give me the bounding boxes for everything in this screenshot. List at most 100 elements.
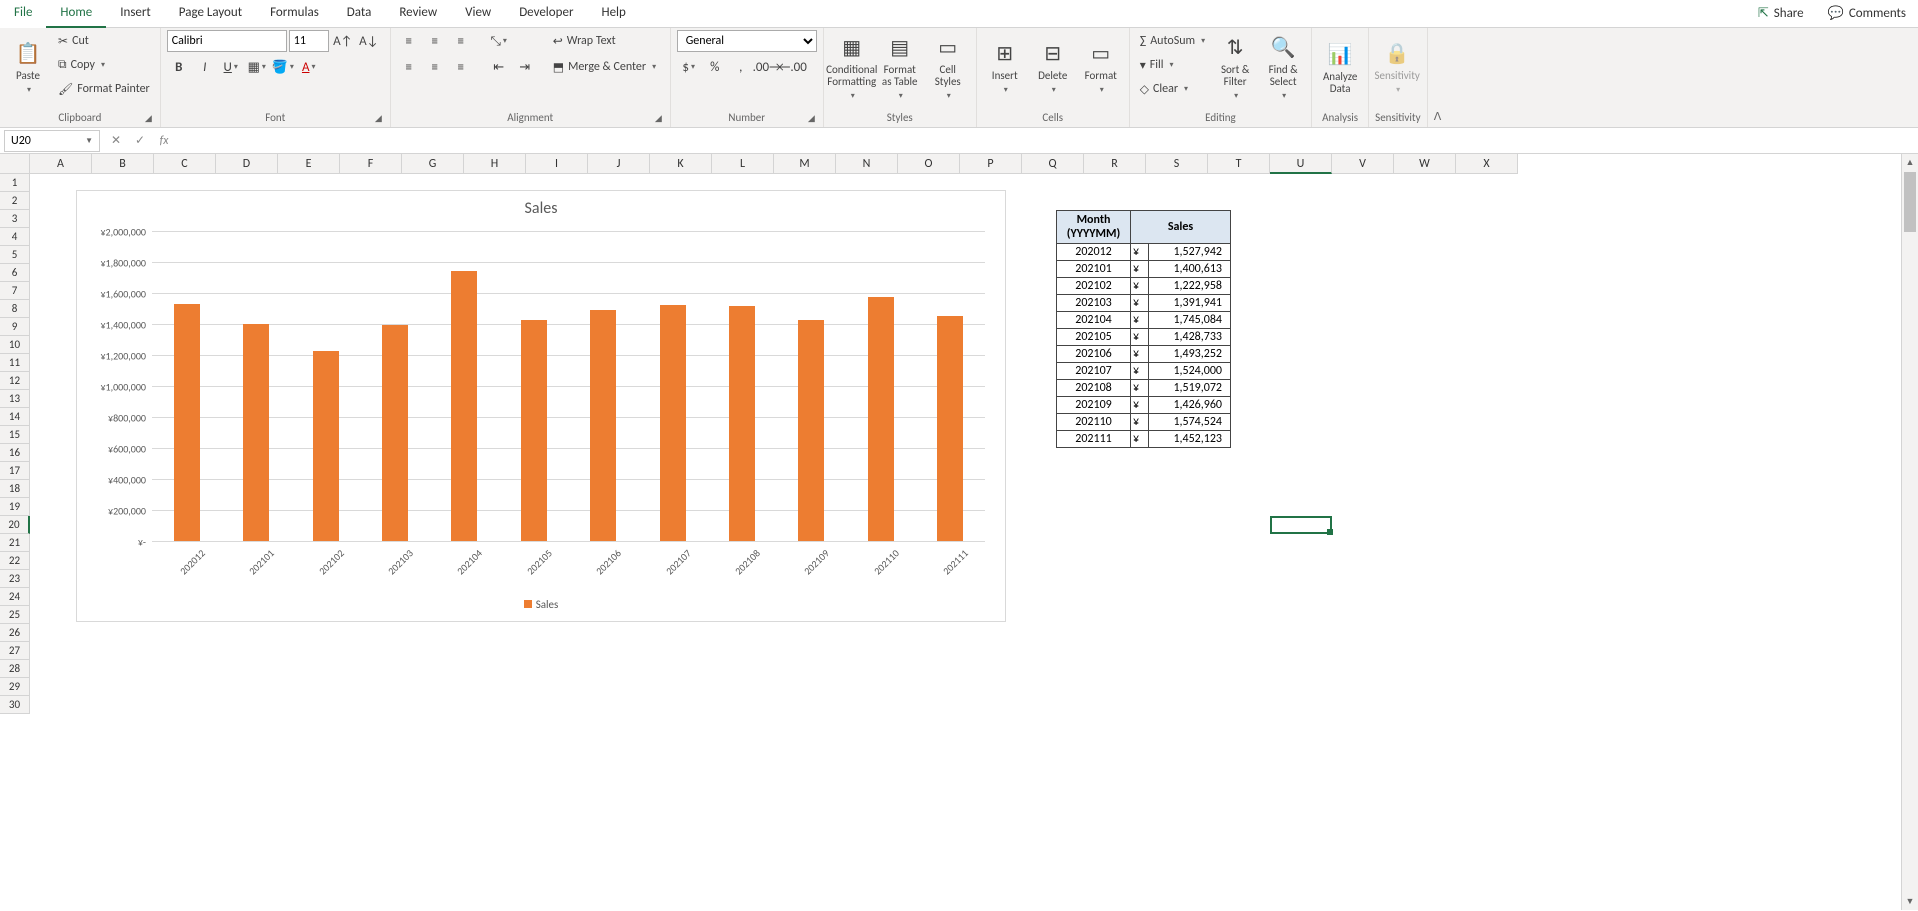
col-header-A[interactable]: A: [30, 154, 92, 174]
table-row[interactable]: 202103¥1,391,941: [1057, 295, 1231, 312]
align-center-icon[interactable]: ≡: [423, 56, 447, 78]
row-header-16[interactable]: 16: [0, 444, 30, 462]
tab-data[interactable]: Data: [333, 0, 386, 28]
sales-chart[interactable]: Sales ¥-¥200,000¥400,000¥600,000¥800,000…: [76, 190, 1006, 622]
row-header-26[interactable]: 26: [0, 624, 30, 642]
table-row[interactable]: 202107¥1,524,000: [1057, 363, 1231, 380]
table-row[interactable]: 202105¥1,428,733: [1057, 329, 1231, 346]
row-header-29[interactable]: 29: [0, 678, 30, 696]
decrease-decimal-icon[interactable]: ←.00: [781, 56, 805, 78]
row-header-7[interactable]: 7: [0, 282, 30, 300]
col-header-K[interactable]: K: [650, 154, 712, 174]
clear-button[interactable]: ◇Clear: [1136, 78, 1209, 100]
row-header-14[interactable]: 14: [0, 408, 30, 426]
tab-developer[interactable]: Developer: [505, 0, 587, 28]
table-row[interactable]: 202110¥1,574,524: [1057, 414, 1231, 431]
scroll-down-icon[interactable]: ▼: [1902, 893, 1918, 910]
chart-bar[interactable]: [243, 324, 269, 541]
chart-bar[interactable]: [451, 271, 477, 541]
decrease-font-icon[interactable]: A↓: [357, 30, 381, 52]
chart-bar[interactable]: [729, 306, 755, 541]
col-header-H[interactable]: H: [464, 154, 526, 174]
col-header-E[interactable]: E: [278, 154, 340, 174]
cell-styles-button[interactable]: ▭Cell Styles: [926, 30, 970, 106]
merge-center-button[interactable]: ⬒Merge & Center: [549, 56, 660, 78]
tab-formulas[interactable]: Formulas: [256, 0, 333, 28]
row-header-9[interactable]: 9: [0, 318, 30, 336]
row-header-13[interactable]: 13: [0, 390, 30, 408]
col-header-C[interactable]: C: [154, 154, 216, 174]
tab-page-layout[interactable]: Page Layout: [165, 0, 256, 28]
col-header-G[interactable]: G: [402, 154, 464, 174]
conditional-formatting-button[interactable]: ▦Conditional Formatting: [830, 30, 874, 106]
col-header-X[interactable]: X: [1456, 154, 1518, 174]
col-header-W[interactable]: W: [1394, 154, 1456, 174]
cancel-formula-icon[interactable]: ✕: [104, 133, 128, 148]
chart-bar[interactable]: [590, 310, 616, 541]
increase-font-icon[interactable]: A↑: [331, 30, 355, 52]
row-header-30[interactable]: 30: [0, 696, 30, 714]
tab-review[interactable]: Review: [385, 0, 451, 28]
row-header-15[interactable]: 15: [0, 426, 30, 444]
col-header-S[interactable]: S: [1146, 154, 1208, 174]
decrease-indent-icon[interactable]: ⇤: [487, 56, 511, 78]
table-row[interactable]: 202101¥1,400,613: [1057, 261, 1231, 278]
row-header-2[interactable]: 2: [0, 192, 30, 210]
col-header-D[interactable]: D: [216, 154, 278, 174]
number-dialog-icon[interactable]: ◢: [808, 112, 815, 126]
row-header-18[interactable]: 18: [0, 480, 30, 498]
number-format-combo[interactable]: General: [677, 30, 817, 52]
increase-indent-icon[interactable]: ⇥: [513, 56, 537, 78]
font-dialog-icon[interactable]: ◢: [375, 112, 382, 126]
chart-bar[interactable]: [382, 325, 408, 541]
chart-bar[interactable]: [660, 305, 686, 541]
format-as-table-button[interactable]: ▤Format as Table: [878, 30, 922, 106]
scroll-thumb[interactable]: [1904, 172, 1916, 232]
tab-home[interactable]: Home: [46, 0, 106, 28]
align-middle-icon[interactable]: ≡: [423, 30, 447, 52]
underline-button[interactable]: U: [219, 56, 243, 78]
tab-file[interactable]: File: [0, 0, 46, 28]
cut-button[interactable]: ✂Cut: [54, 30, 154, 52]
name-box[interactable]: U20▼: [4, 130, 100, 152]
bold-button[interactable]: B: [167, 56, 191, 78]
row-header-19[interactable]: 19: [0, 498, 30, 516]
worksheet-grid[interactable]: ABCDEFGHIJKLMNOPQRSTUVWX 123456789101112…: [0, 154, 1918, 910]
row-header-6[interactable]: 6: [0, 264, 30, 282]
col-header-I[interactable]: I: [526, 154, 588, 174]
row-header-21[interactable]: 21: [0, 534, 30, 552]
format-painter-button[interactable]: 🖌Format Painter: [54, 78, 154, 100]
col-header-V[interactable]: V: [1332, 154, 1394, 174]
font-size-combo[interactable]: [289, 30, 329, 52]
chart-bar[interactable]: [798, 320, 824, 541]
row-header-22[interactable]: 22: [0, 552, 30, 570]
copy-button[interactable]: ⧉Copy: [54, 54, 154, 76]
insert-cells-button[interactable]: ⊞Insert: [983, 30, 1027, 106]
col-header-L[interactable]: L: [712, 154, 774, 174]
delete-cells-button[interactable]: ⊟Delete: [1031, 30, 1075, 106]
row-header-17[interactable]: 17: [0, 462, 30, 480]
row-header-8[interactable]: 8: [0, 300, 30, 318]
row-header-5[interactable]: 5: [0, 246, 30, 264]
scroll-up-icon[interactable]: ▲: [1902, 154, 1918, 171]
col-header-M[interactable]: M: [774, 154, 836, 174]
find-select-button[interactable]: 🔍Find & Select: [1261, 30, 1305, 106]
row-header-28[interactable]: 28: [0, 660, 30, 678]
table-row[interactable]: 202012¥1,527,942: [1057, 244, 1231, 261]
row-header-3[interactable]: 3: [0, 210, 30, 228]
table-row[interactable]: 202106¥1,493,252: [1057, 346, 1231, 363]
align-top-icon[interactable]: ≡: [397, 30, 421, 52]
table-row[interactable]: 202108¥1,519,072: [1057, 380, 1231, 397]
chart-bar[interactable]: [313, 351, 339, 541]
wrap-text-button[interactable]: ↩Wrap Text: [549, 30, 660, 52]
col-header-R[interactable]: R: [1084, 154, 1146, 174]
col-header-F[interactable]: F: [340, 154, 402, 174]
vertical-scrollbar[interactable]: ▲ ▼: [1901, 154, 1918, 910]
row-header-1[interactable]: 1: [0, 174, 30, 192]
chart-bar[interactable]: [868, 297, 894, 541]
clipboard-dialog-icon[interactable]: ◢: [145, 112, 152, 126]
sort-filter-button[interactable]: ⇅Sort & Filter: [1213, 30, 1257, 106]
font-color-button[interactable]: A: [297, 56, 321, 78]
comma-format-icon[interactable]: ,: [729, 56, 753, 78]
autosum-button[interactable]: ∑AutoSum: [1136, 30, 1209, 52]
